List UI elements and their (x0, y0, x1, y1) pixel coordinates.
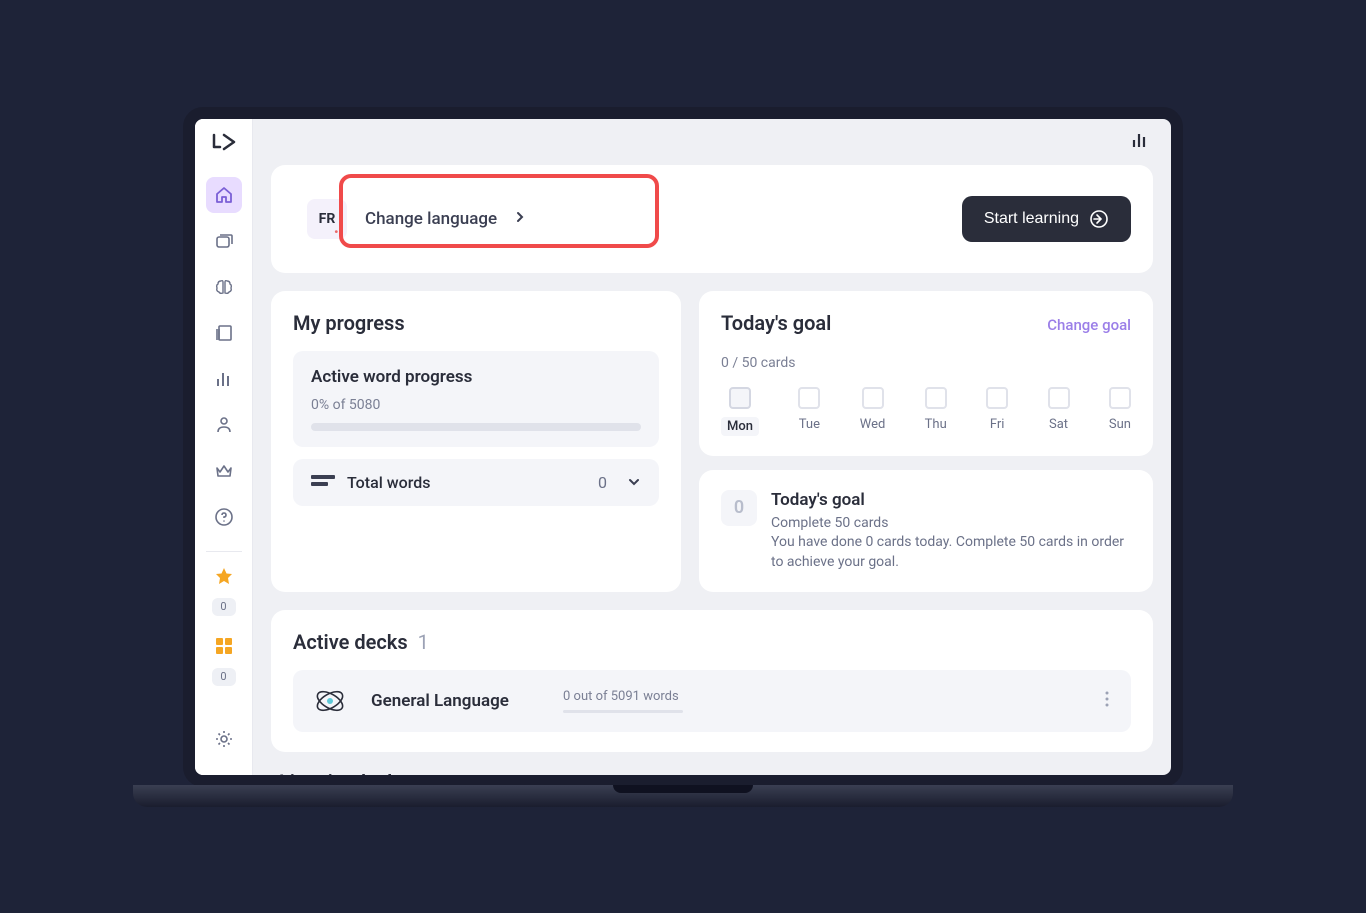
change-goal-link[interactable]: Change goal (1047, 316, 1131, 334)
day-fri[interactable]: Fri (986, 387, 1008, 436)
week-row: Mon Tue Wed Thu Fri Sat Sun (721, 387, 1131, 436)
nav-cards[interactable] (206, 223, 242, 259)
nav-apps[interactable] (206, 628, 242, 664)
main-content: FR Change language Start learning My (253, 119, 1171, 775)
deck-menu-button[interactable] (1101, 687, 1113, 715)
stats-icon (214, 369, 234, 389)
hero-card: FR Change language Start learning (271, 165, 1153, 273)
cards-icon (214, 231, 234, 251)
active-word-progress: Active word progress 0% of 5080 (293, 351, 659, 447)
deck-icon (311, 682, 349, 720)
active-decks-card: Active decks 1 General Language 0 out of… (271, 610, 1153, 752)
book-icon (214, 323, 234, 343)
goal-title: Today's goal (721, 311, 831, 335)
progress-bar (311, 423, 641, 431)
goal-detail-card: 0 Today's goal Complete 50 cards You hav… (699, 470, 1153, 593)
nav-library[interactable] (206, 315, 242, 351)
favorites-count: 0 (212, 598, 236, 616)
laptop-base (133, 785, 1233, 807)
app-logo (212, 133, 236, 155)
total-words-label: Total words (347, 473, 586, 492)
deck-progress-bar (563, 710, 683, 713)
day-thu[interactable]: Thu (925, 387, 947, 436)
lingvist-decks-section: Lingvist decks (271, 770, 1153, 774)
goal-zero-icon: 0 (721, 490, 757, 526)
chevron-right-icon (515, 209, 525, 228)
deck-name: General Language (371, 691, 541, 711)
nav-profile[interactable] (206, 407, 242, 443)
deck-row[interactable]: General Language 0 out of 5091 words (293, 670, 1131, 732)
progress-title: My progress (293, 311, 659, 335)
nav-brain[interactable] (206, 269, 242, 305)
sidebar-divider (206, 551, 242, 552)
active-decks-title: Active decks (293, 630, 408, 654)
change-language-button[interactable]: FR Change language (293, 185, 553, 253)
bars-icon (1131, 131, 1149, 149)
nav-favorites[interactable] (206, 558, 242, 594)
sidebar: 0 0 (195, 119, 253, 775)
apps-icon (216, 638, 232, 654)
progress-card: My progress Active word progress 0% of 5… (271, 291, 681, 593)
active-progress-title: Active word progress (311, 367, 641, 387)
day-tue[interactable]: Tue (798, 387, 820, 436)
goal-card-body: You have done 0 cards today. Complete 50… (771, 533, 1131, 572)
active-progress-sub: 0% of 5080 (311, 397, 641, 413)
day-wed[interactable]: Wed (860, 387, 886, 436)
deck-progress-text: 0 out of 5091 words (563, 689, 1079, 704)
start-learning-label: Start learning (984, 210, 1079, 228)
todays-goal-card: Today's goal Change goal 0 / 50 cards Mo… (699, 291, 1153, 456)
nav-home[interactable] (206, 177, 242, 213)
goal-sub: 0 / 50 cards (721, 355, 1131, 371)
nav-premium[interactable] (206, 453, 242, 489)
app-root: 0 0 FR Change languag (195, 119, 1171, 775)
list-icon (311, 475, 335, 489)
goal-card-sub: Complete 50 cards (771, 514, 1131, 534)
lingvist-decks-title: Lingvist decks (279, 770, 1145, 774)
day-sun[interactable]: Sun (1109, 387, 1131, 436)
total-words-value: 0 (598, 473, 607, 492)
nav-settings[interactable] (206, 721, 242, 757)
person-icon (214, 415, 234, 435)
total-words-row[interactable]: Total words 0 (293, 459, 659, 506)
home-icon (214, 185, 234, 205)
goal-card-title: Today's goal (771, 490, 1131, 510)
top-stats-button[interactable] (1131, 131, 1149, 153)
apps-count: 0 (212, 668, 236, 686)
kebab-icon (1105, 691, 1109, 707)
language-flag: FR (307, 199, 347, 239)
active-decks-count: 1 (418, 630, 429, 654)
start-learning-button[interactable]: Start learning (962, 196, 1131, 242)
chevron-down-icon (627, 475, 641, 489)
day-sat[interactable]: Sat (1048, 387, 1070, 436)
star-icon (214, 566, 234, 586)
brain-icon (214, 277, 234, 297)
gear-icon (214, 729, 234, 749)
nav-help[interactable] (206, 499, 242, 535)
arrow-circle-icon (1089, 209, 1109, 229)
deck-progress: 0 out of 5091 words (563, 689, 1079, 713)
help-icon (214, 507, 234, 527)
nav-stats[interactable] (206, 361, 242, 397)
day-mon[interactable]: Mon (721, 387, 759, 436)
crown-icon (214, 461, 234, 481)
change-language-label: Change language (365, 209, 497, 229)
